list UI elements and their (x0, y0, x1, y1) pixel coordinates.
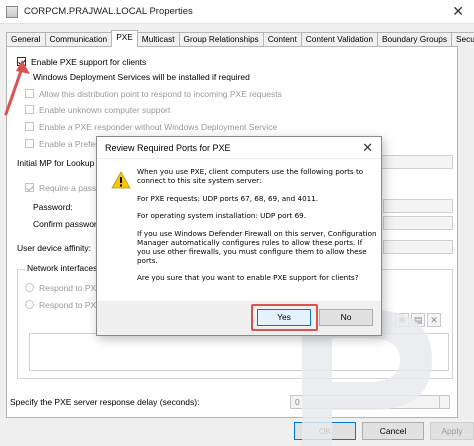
respond-all-label: Respond to PXE (39, 283, 102, 293)
window-title: CORPCM.PRAJWAL.LOCAL Properties (24, 6, 193, 17)
enable-unknown-label: Enable unknown computer support (39, 105, 171, 115)
add-interface-icon[interactable]: ✱ (395, 313, 409, 327)
tab-communication[interactable]: Communication (44, 32, 113, 46)
network-interfaces-list[interactable] (29, 333, 449, 371)
response-delay-label: Specify the PXE server response delay (s… (10, 397, 200, 407)
dialog-title: Review Required Ports for PXE (105, 142, 231, 153)
dialog-paragraph: When you use PXE, client computers use t… (137, 167, 364, 185)
cancel-button[interactable]: Cancel (362, 422, 424, 440)
properties-window-icon (6, 5, 18, 18)
apply-button[interactable]: Apply (430, 422, 474, 440)
edit-interface-icon[interactable]: ▤ (411, 313, 425, 327)
allow-distribution-label: Allow this distribution point to respond… (39, 89, 282, 99)
respond-specific-radio[interactable] (25, 300, 34, 309)
tab-security[interactable]: Security (451, 32, 474, 46)
initial-mp-dropdown[interactable] (377, 155, 453, 169)
dialog-paragraph: If you use Windows Defender Firewall on … (137, 228, 377, 265)
password-label: Password: (33, 202, 73, 212)
dialog-message: When you use PXE, client computers use t… (137, 167, 377, 291)
enable-preferred-checkbox[interactable] (25, 139, 34, 148)
tab-multicast[interactable]: Multicast (136, 32, 180, 46)
dialog-close-icon[interactable]: ✕ (362, 141, 373, 154)
respond-all-row[interactable]: Respond to PXE (25, 283, 102, 294)
initial-mp-label: Initial MP for Lookup (17, 158, 95, 168)
confirm-password-label: Confirm password (33, 219, 102, 229)
window-close-icon[interactable]: ✕ (452, 4, 464, 18)
tab-content-validation[interactable]: Content Validation (300, 32, 378, 46)
enable-responder-label: Enable a PXE responder without Windows D… (39, 122, 278, 132)
warning-icon (111, 171, 131, 189)
response-delay-spinner[interactable]: 0 (290, 395, 450, 409)
tab-pxe[interactable]: PXE (111, 30, 138, 47)
wds-note: Windows Deployment Services will be inst… (33, 72, 250, 82)
respond-specific-label: Respond to PX (39, 300, 97, 310)
tab-content[interactable]: Content (262, 32, 302, 46)
dialog-paragraph: For operating system installation: UDP p… (137, 211, 306, 220)
require-password-row[interactable]: Require a passw (25, 183, 102, 194)
spinner-arrows-icon[interactable] (439, 396, 449, 408)
window-titlebar: CORPCM.PRAJWAL.LOCAL Properties ✕ (0, 0, 474, 24)
respond-specific-row[interactable]: Respond to PX (25, 300, 96, 311)
require-password-label: Require a passw (39, 183, 103, 193)
annotation-arrow-icon (4, 60, 30, 116)
properties-tabs: General Communication PXE Multicast Grou… (6, 30, 474, 47)
enable-responder-checkbox[interactable] (25, 122, 34, 131)
tab-general[interactable]: General (6, 32, 46, 46)
confirm-password-input[interactable] (383, 216, 453, 230)
dialog-titlebar: Review Required Ports for PXE (97, 137, 381, 159)
review-ports-dialog: Review Required Ports for PXE ✕ When you… (96, 136, 382, 336)
dialog-paragraph: Are you sure that you want to enable PXE… (137, 273, 359, 282)
dialog-paragraph: For PXE requests: UDP ports 67, 68, 69, … (137, 193, 319, 203)
password-input[interactable] (383, 199, 453, 213)
tab-group-relationships[interactable]: Group Relationships (178, 32, 264, 46)
enable-responder-row[interactable]: Enable a PXE responder without Windows D… (25, 122, 277, 133)
enable-unknown-row[interactable]: Enable unknown computer support (25, 105, 170, 116)
network-interfaces-label: Network interfaces (25, 263, 100, 274)
allow-distribution-row[interactable]: Allow this distribution point to respond… (25, 89, 282, 100)
tab-boundary-groups[interactable]: Boundary Groups (376, 32, 453, 46)
user-device-affinity-label: User device affinity: (17, 243, 92, 253)
user-device-affinity-dropdown[interactable] (383, 240, 453, 254)
dialog-footer: Yes No (97, 301, 381, 335)
delete-interface-icon[interactable]: ✕ (427, 313, 441, 327)
yes-button[interactable]: Yes (257, 309, 311, 326)
ok-button[interactable]: OK (294, 422, 356, 440)
require-password-checkbox[interactable] (25, 183, 34, 192)
respond-all-radio[interactable] (25, 283, 34, 292)
enable-pxe-label: Enable PXE support for clients (31, 57, 147, 67)
no-button[interactable]: No (319, 309, 373, 326)
response-delay-value: 0 (295, 397, 300, 407)
